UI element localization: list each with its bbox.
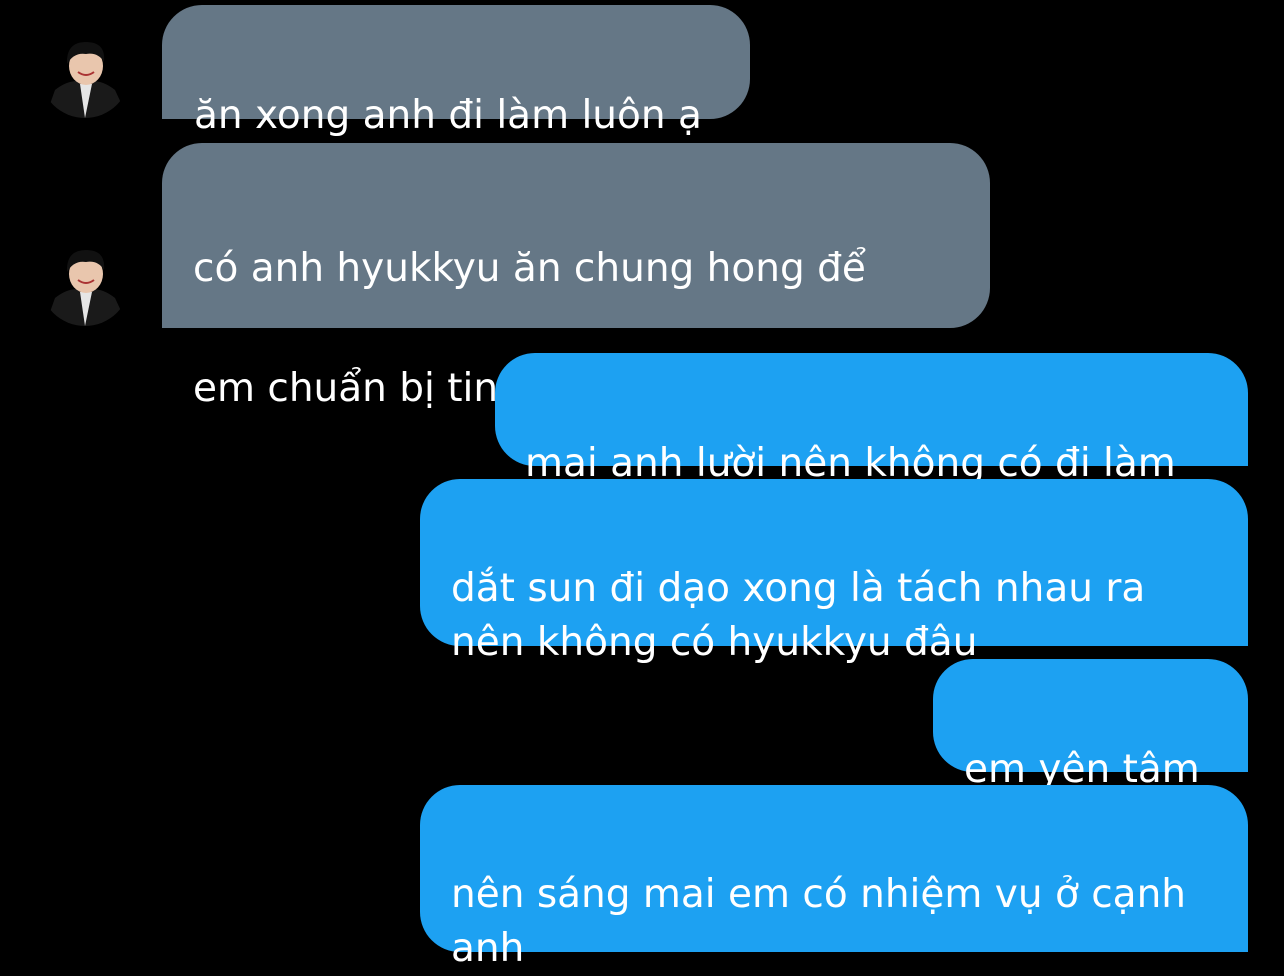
contact-avatar[interactable] bbox=[40, 28, 130, 118]
message-bubble-received[interactable]: ăn xong anh đi làm luôn ạ bbox=[162, 5, 750, 138]
message-bubble-sent[interactable]: mai anh lười nên không có đi làm bbox=[495, 353, 1248, 486]
message-bubble-sent[interactable]: nên sáng mai em có nhiệm vụ ở cạnh anh bbox=[420, 785, 1248, 971]
message-bubble-sent[interactable]: em yên tâm bbox=[933, 659, 1248, 792]
message-text: ăn xong anh đi làm luôn ạ bbox=[194, 93, 702, 138]
avatar-image bbox=[40, 236, 130, 326]
avatar-image bbox=[40, 28, 130, 118]
message-text: nên sáng mai em có nhiệm vụ ở cạnh anh bbox=[451, 872, 1187, 971]
message-bubble-received[interactable]: có anh hyukkyu ăn chung hong để em chuẩn… bbox=[162, 143, 990, 411]
contact-avatar[interactable] bbox=[40, 236, 130, 326]
message-text: dắt sun đi dạo xong là tách nhau ra nên … bbox=[451, 566, 1146, 665]
message-bubble-sent[interactable]: dắt sun đi dạo xong là tách nhau ra nên … bbox=[420, 479, 1248, 665]
